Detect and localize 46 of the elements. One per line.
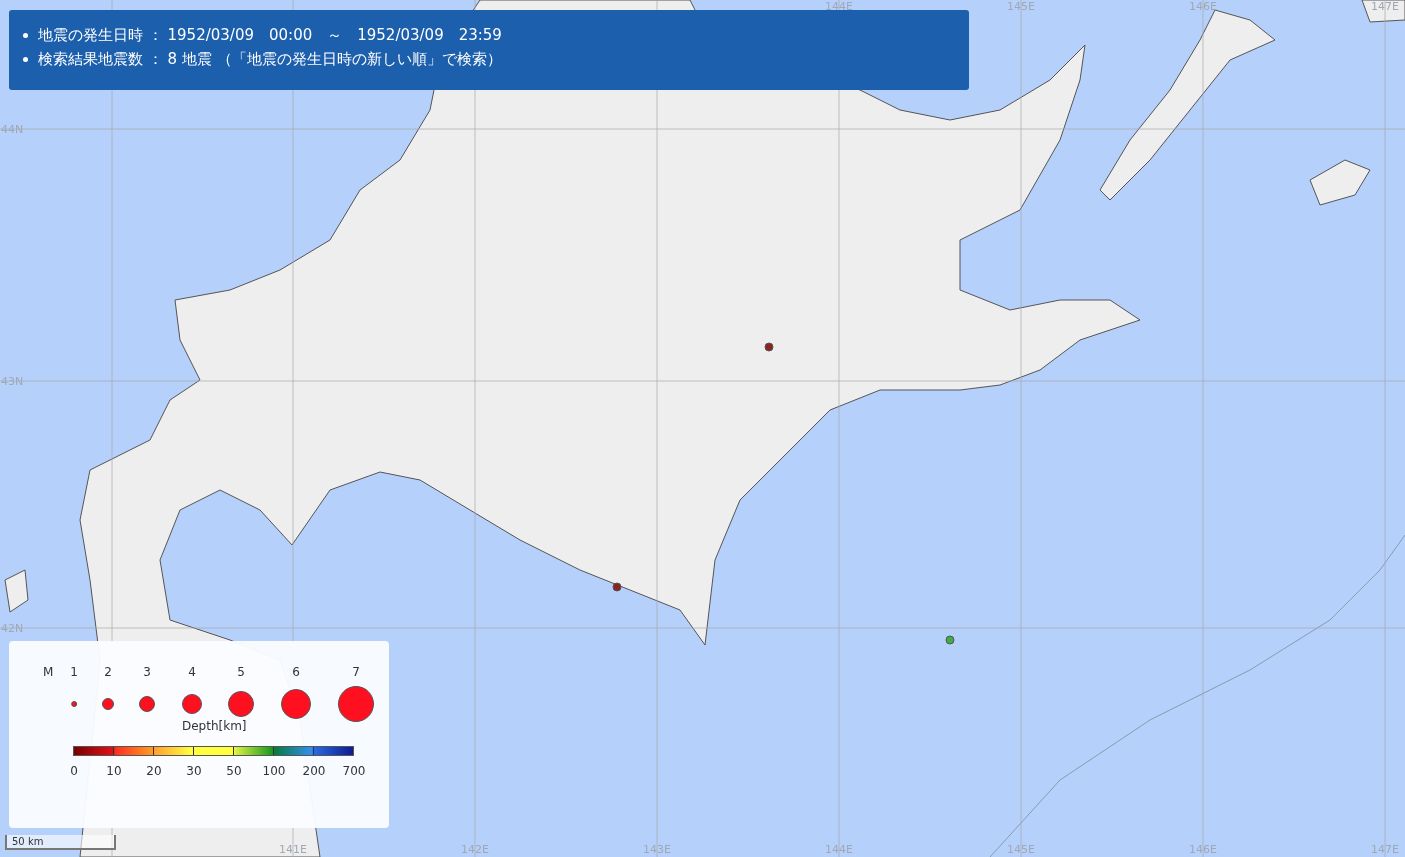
depth-tick-label: 10	[106, 764, 122, 778]
longitude-label: 147E	[1371, 843, 1399, 856]
longitude-label: 145E	[1007, 843, 1035, 856]
longitude-label: 146E	[1189, 0, 1217, 13]
depth-tick-label: 200	[302, 764, 326, 778]
depth-tick-label: 20	[146, 764, 162, 778]
longitude-label: 142E	[461, 843, 489, 856]
magnitude-value: 2	[104, 665, 112, 679]
summary-text: 検索結果地震数 ： 8 地震 （「地震の発生日時の新しい順」で検索）	[38, 49, 502, 70]
longitude-label: 147E	[1371, 0, 1399, 13]
earthquake-marker[interactable]	[945, 635, 955, 645]
magnitude-value: 7	[352, 665, 360, 679]
magnitude-value: 3	[143, 665, 151, 679]
longitude-label: 143E	[643, 843, 671, 856]
bullet-icon	[23, 57, 28, 62]
magnitude-circle-icon	[281, 689, 311, 719]
depth-tick-label: 100	[262, 764, 286, 778]
magnitude-circle-icon	[102, 698, 114, 710]
depth-tick-label: 50	[226, 764, 242, 778]
longitude-label: 146E	[1189, 843, 1217, 856]
magnitude-value: 4	[188, 665, 196, 679]
longitude-label: 144E	[825, 843, 853, 856]
earthquake-marker[interactable]	[764, 342, 774, 352]
magnitude-circle-icon	[228, 691, 254, 717]
scale-bar: 50 km	[5, 835, 116, 850]
latitude-label: 42N	[0, 622, 24, 635]
depth-tick-label: 700	[342, 764, 366, 778]
magnitude-value: 5	[237, 665, 245, 679]
magnitude-value: 6	[292, 665, 300, 679]
longitude-label: 144E	[825, 0, 853, 13]
depth-tick-label: 0	[70, 764, 78, 778]
longitude-label: 141E	[279, 843, 307, 856]
magnitude-circle-icon	[139, 696, 155, 712]
latitude-label: 44N	[0, 123, 24, 136]
magnitude-circle-icon	[182, 694, 202, 714]
earthquake-marker[interactable]	[612, 582, 622, 592]
magnitude-circle-icon	[71, 701, 77, 707]
depth-tick-label: 30	[186, 764, 202, 778]
magnitude-circle-icon	[338, 686, 374, 722]
longitude-label: 145E	[1007, 0, 1035, 13]
magnitude-value: 1	[70, 665, 78, 679]
latitude-label: 43N	[0, 375, 24, 388]
bullet-icon	[23, 33, 28, 38]
depth-title: Depth[km]	[182, 719, 247, 733]
summary-text: 地震の発生日時 ： 1952/03/09 00:00 ～ 1952/03/09 23:59	[38, 25, 502, 46]
magnitude-label: M	[43, 665, 54, 679]
